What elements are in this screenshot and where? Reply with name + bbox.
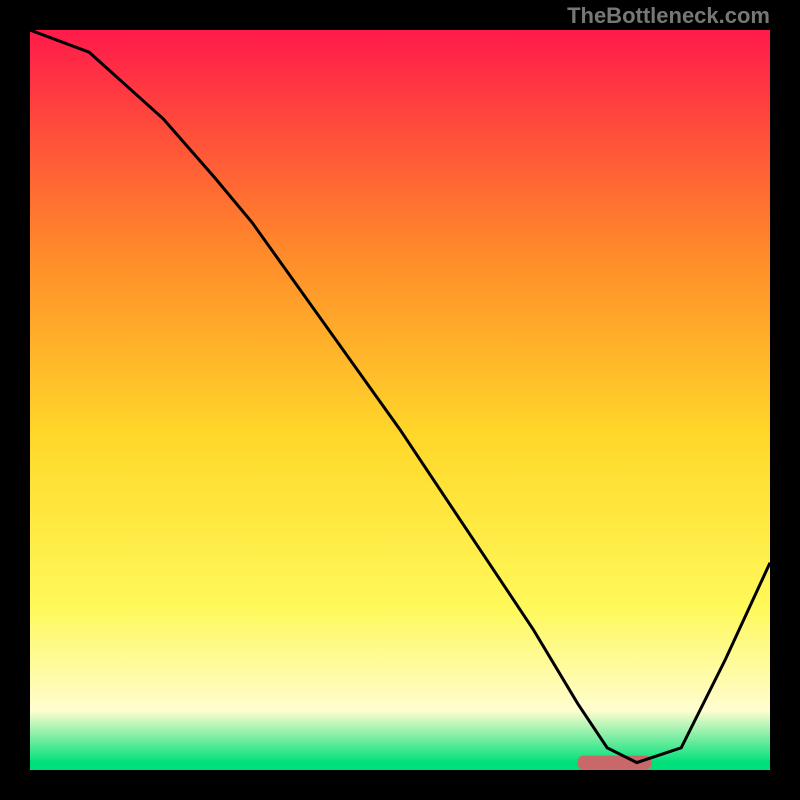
chart-frame: TheBottleneck.com: [0, 0, 800, 800]
chart-svg: [30, 30, 770, 770]
attribution-label: TheBottleneck.com: [567, 3, 770, 29]
plot-area: [30, 30, 770, 770]
gradient-background: [30, 30, 770, 770]
